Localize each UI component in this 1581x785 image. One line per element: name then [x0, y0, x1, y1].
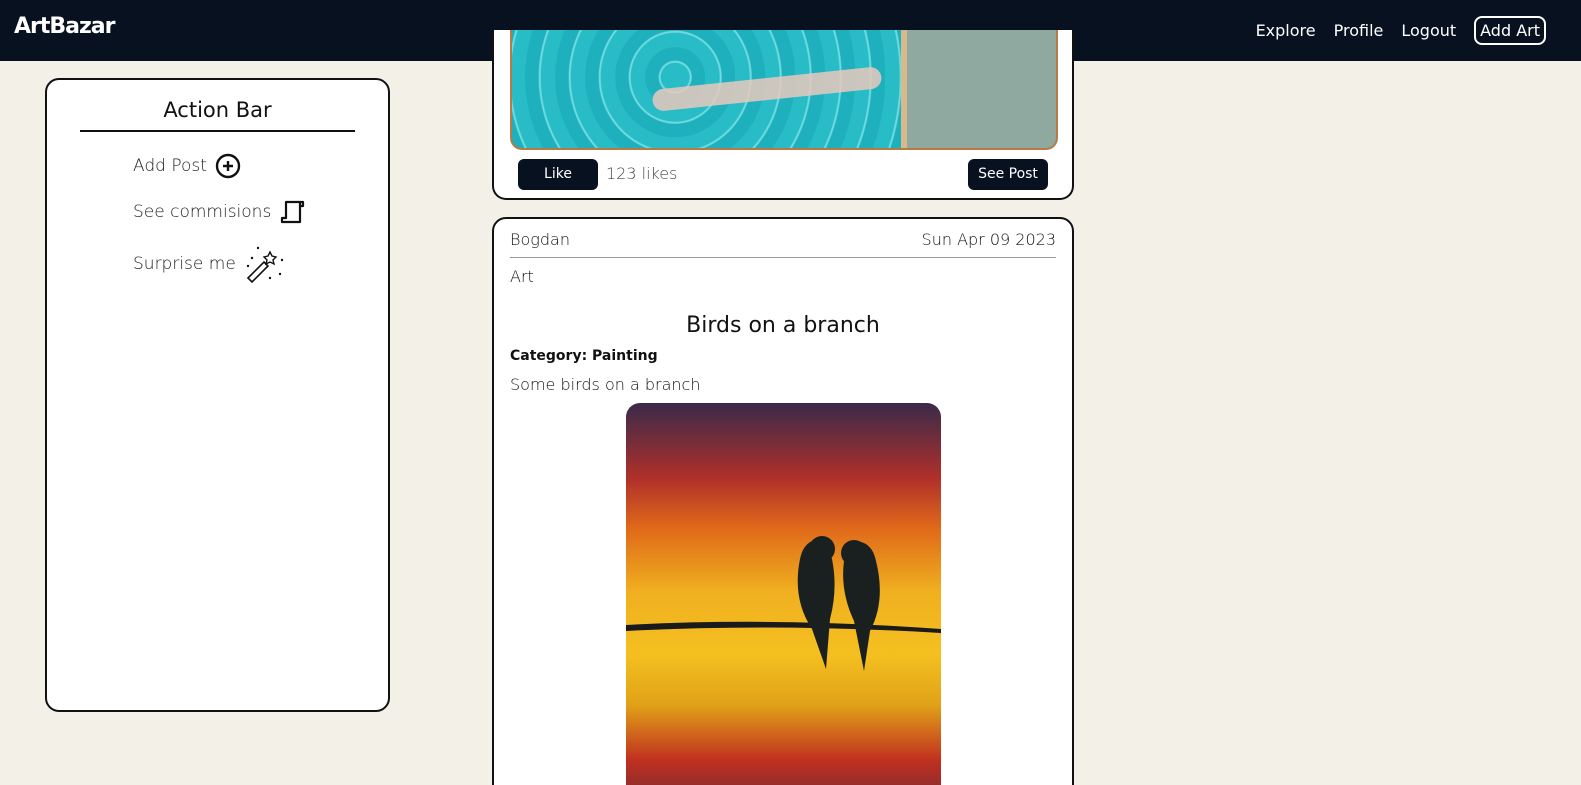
post-date: Sun Apr 09 2023: [921, 230, 1056, 249]
post-author[interactable]: Bogdan: [510, 230, 570, 249]
post-title: Birds on a branch: [686, 313, 880, 338]
logo[interactable]: ArtBazar: [14, 14, 116, 39]
plus-circle-icon: [215, 153, 241, 179]
post-image[interactable]: [510, 30, 1058, 150]
like-button[interactable]: Like: [518, 159, 598, 190]
nav-explore[interactable]: Explore: [1256, 21, 1316, 40]
post-description: Some birds on a branch: [510, 375, 701, 394]
add-post-label: Add Post: [133, 156, 207, 176]
scroll-icon: [281, 200, 305, 224]
divider: [80, 130, 355, 132]
post-tag: Art: [510, 267, 534, 286]
see-commisions-action[interactable]: See commisions: [133, 198, 305, 226]
add-art-button[interactable]: Add Art: [1474, 16, 1546, 45]
post-category: Category: Painting: [510, 348, 658, 364]
post-card: Like 123 likes See Post: [492, 30, 1074, 200]
surprise-me-action[interactable]: Surprise me: [133, 244, 286, 284]
see-commisions-label: See commisions: [133, 202, 272, 222]
post-card: Bogdan Sun Apr 09 2023 Art Birds on a br…: [492, 217, 1074, 785]
surprise-me-label: Surprise me: [133, 254, 236, 274]
action-bar: Action Bar Add Post See commisions Surpr…: [45, 78, 390, 712]
add-post-action[interactable]: Add Post: [133, 153, 241, 179]
magic-wand-icon: [246, 246, 283, 284]
action-bar-title: Action Bar: [163, 98, 272, 122]
see-post-button[interactable]: See Post: [968, 159, 1048, 190]
post-image[interactable]: [626, 403, 941, 785]
divider: [510, 257, 1056, 258]
nav-logout[interactable]: Logout: [1401, 21, 1456, 40]
like-count: 123 likes: [606, 164, 678, 183]
nav-profile[interactable]: Profile: [1334, 21, 1384, 40]
